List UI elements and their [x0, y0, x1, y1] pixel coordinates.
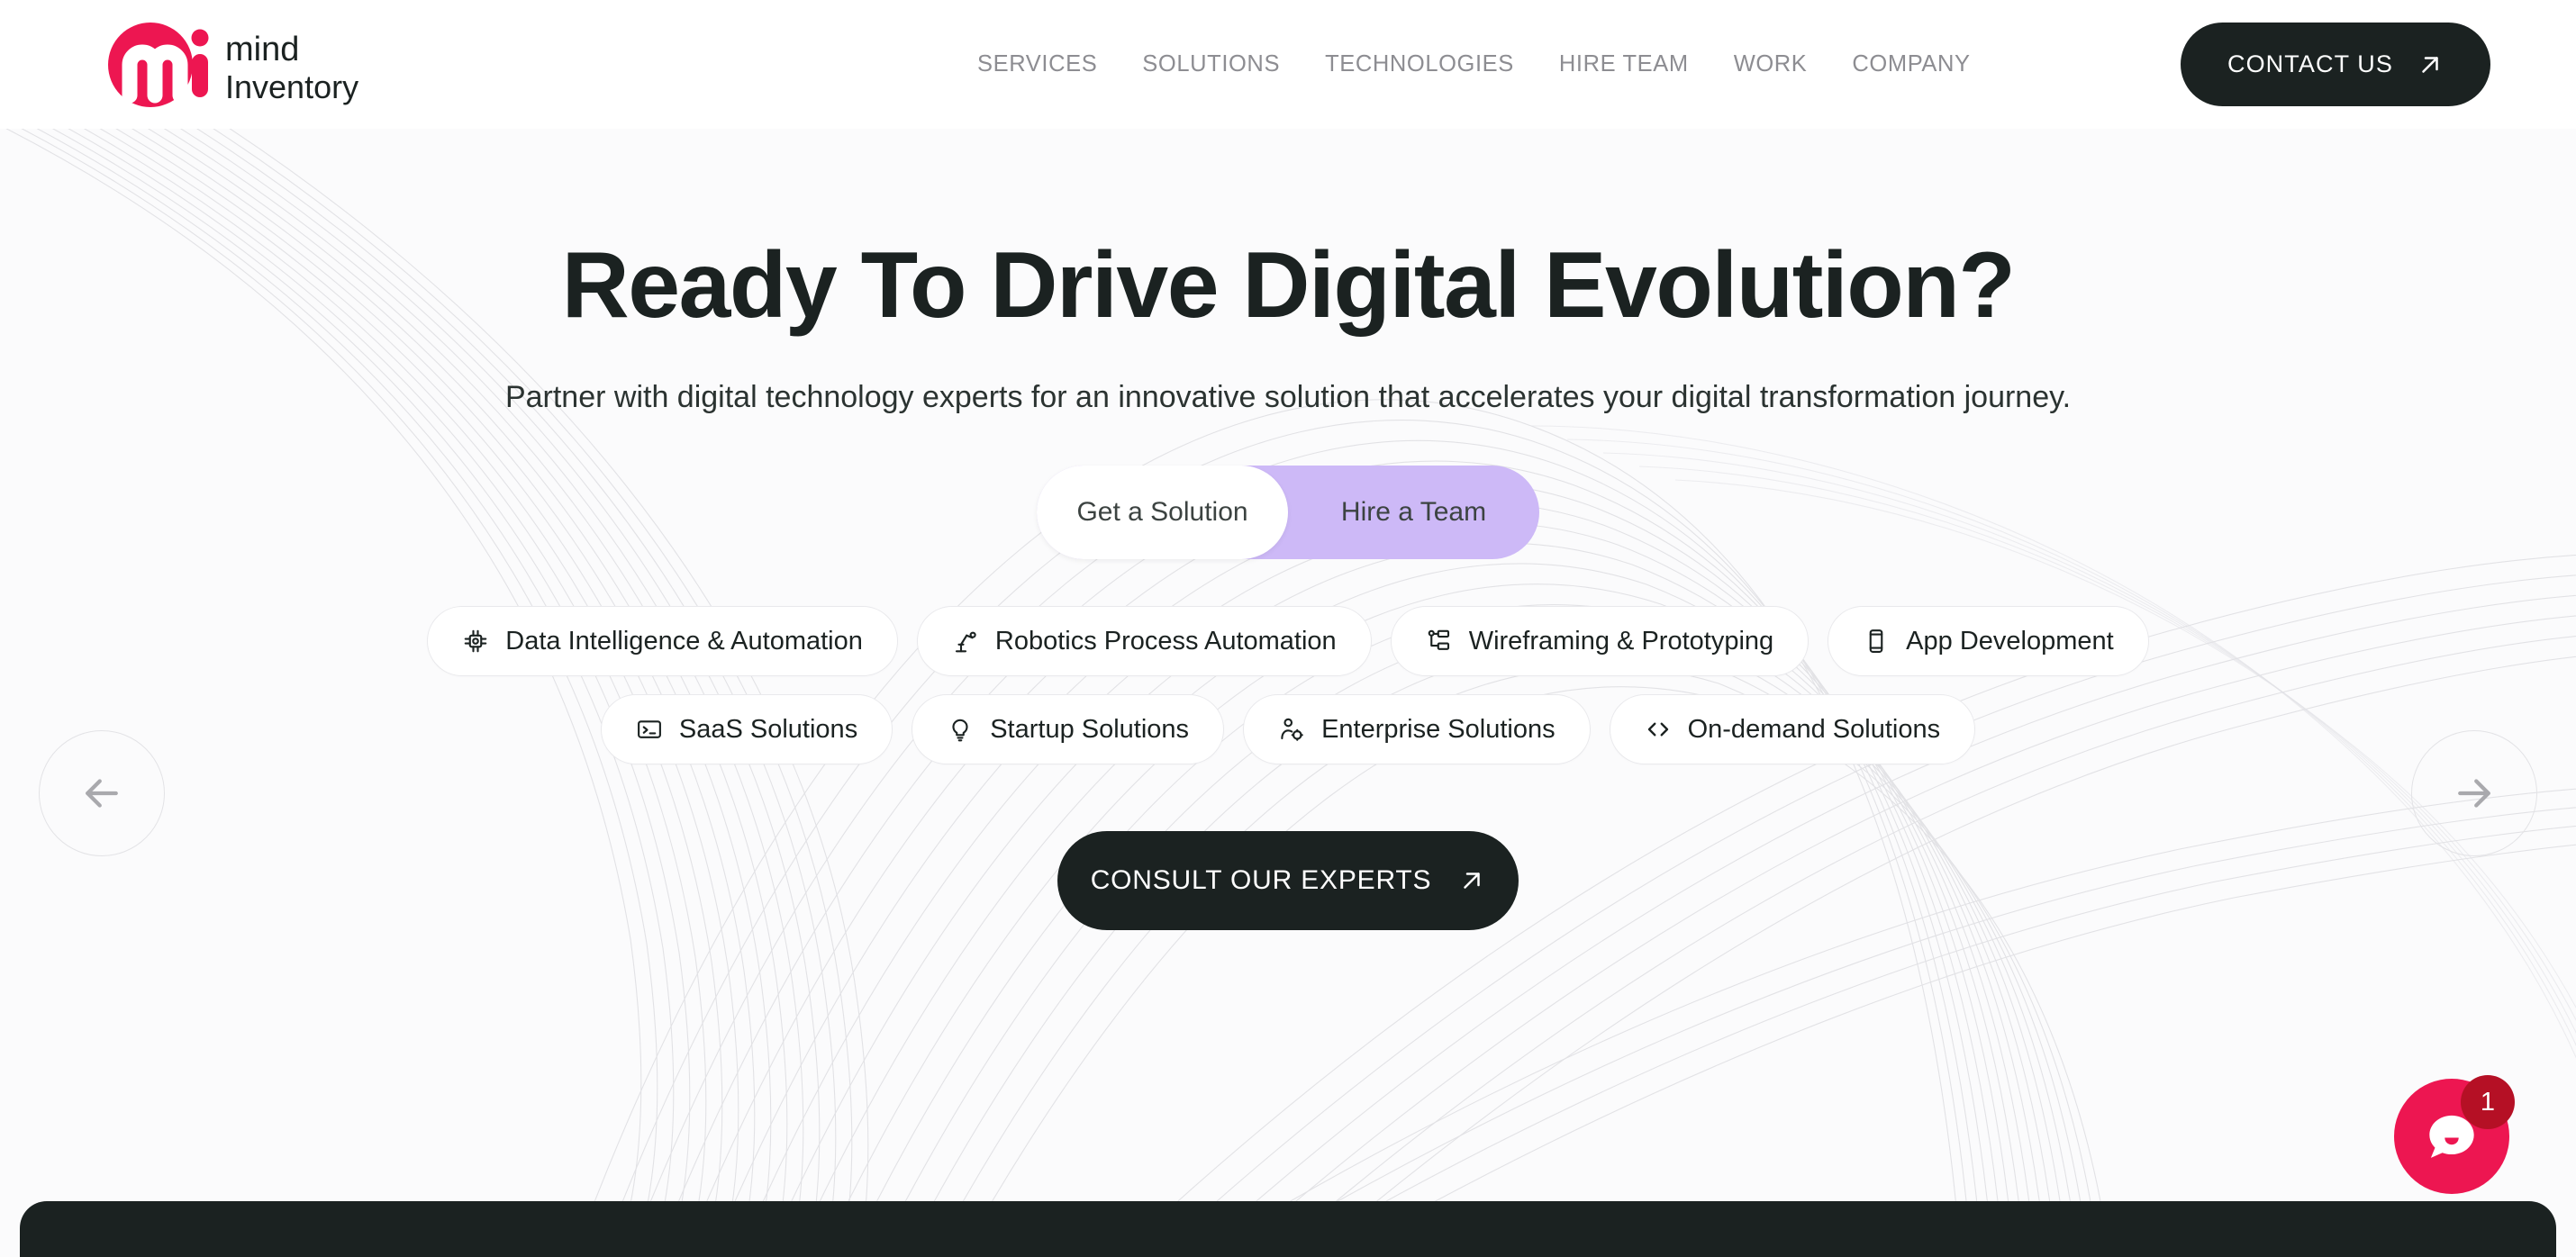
arrow-up-right-icon — [1464, 873, 1481, 889]
tag-label: Data Intelligence & Automation — [505, 626, 863, 656]
contact-us-button[interactable]: CONTACT US — [2180, 23, 2490, 106]
carousel-prev-button[interactable] — [39, 730, 165, 856]
svg-text:Inventory: Inventory — [225, 68, 358, 105]
sitemap-icon — [1428, 629, 1449, 650]
page-title: Ready To Drive Digital Evolution? — [561, 233, 2016, 338]
mindinventory-mark-icon — [108, 23, 209, 107]
hero-content: Ready To Drive Digital Evolution? Partne… — [0, 233, 2576, 931]
tag-app-development[interactable]: App Development — [1828, 606, 2149, 677]
tag-label: App Development — [1906, 626, 2114, 656]
cpu-chip-icon — [464, 629, 487, 653]
toggle-option-hire-a-team[interactable]: Hire a Team — [1288, 466, 1539, 559]
tag-label: SaaS Solutions — [678, 714, 858, 744]
service-tag-list: Data Intelligence & Automation Robotics … — [0, 606, 2576, 765]
tag-label: Wireframing & Prototyping — [1468, 626, 1774, 656]
carousel-next-button[interactable] — [2411, 730, 2537, 856]
nav-item-work[interactable]: WORK — [1711, 51, 1830, 77]
logo-wordmark: mind Inventory — [225, 31, 358, 105]
arrow-left-icon — [86, 779, 118, 808]
mobile-phone-icon — [1869, 629, 1883, 654]
service-tag-row-1: Data Intelligence & Automation Robotics … — [0, 606, 2576, 677]
footer-top-edge — [20, 1201, 2556, 1257]
tag-label: Startup Solutions — [990, 714, 1190, 744]
user-gear-icon — [1281, 718, 1303, 741]
tag-on-demand-solutions[interactable]: On-demand Solutions — [1609, 694, 1976, 765]
code-brackets-icon — [1647, 722, 1668, 737]
tag-wireframing-prototyping[interactable]: Wireframing & Prototyping — [1390, 606, 1810, 677]
site-header: mind Inventory SERVICES SOLUTIONS TECHNO… — [0, 0, 2576, 129]
chat-widget-button[interactable]: 1 — [2394, 1075, 2515, 1194]
tag-saas-solutions[interactable]: SaaS Solutions — [600, 694, 893, 765]
tag-startup-solutions[interactable]: Startup Solutions — [912, 694, 1225, 765]
tag-enterprise-solutions[interactable]: Enterprise Solutions — [1243, 694, 1591, 765]
solution-type-toggle[interactable]: Get a Solution Hire a Team — [1037, 466, 1539, 560]
nav-item-solutions[interactable]: SOLUTIONS — [1120, 51, 1302, 77]
lightbulb-icon — [952, 719, 968, 742]
logo[interactable]: mind Inventory — [106, 18, 369, 111]
hero-subtitle: Partner with digital technology experts … — [504, 380, 2072, 415]
chat-unread-badge: 1 — [2461, 1075, 2515, 1129]
consult-our-experts-button[interactable]: CONSULT OUR EXPERTS — [1057, 831, 1519, 931]
tag-robotics-process-automation[interactable]: Robotics Process Automation — [916, 606, 1372, 677]
terminal-icon — [637, 720, 661, 738]
nav-item-hire-team[interactable]: HIRE TEAM — [1537, 51, 1711, 77]
robot-arm-icon — [955, 631, 976, 653]
hero-section: Ready To Drive Digital Evolution? Partne… — [0, 129, 2576, 1257]
tag-label: On-demand Solutions — [1687, 714, 1941, 744]
contact-us-label: CONTACT US — [2227, 50, 2393, 77]
main-navigation: SERVICES SOLUTIONS TECHNOLOGIES HIRE TEA… — [955, 0, 1993, 129]
cta-label: CONSULT OUR EXPERTS — [1090, 865, 1432, 896]
nav-item-services[interactable]: SERVICES — [955, 51, 1120, 77]
tag-label: Enterprise Solutions — [1321, 714, 1556, 744]
tag-label: Robotics Process Automation — [994, 626, 1337, 656]
nav-item-company[interactable]: COMPANY — [1829, 51, 1992, 77]
service-tag-row-2: SaaS Solutions Startup Solutions Enterpr… — [0, 694, 2576, 765]
tag-data-intelligence-automation[interactable]: Data Intelligence & Automation — [427, 606, 898, 677]
toggle-option-get-a-solution[interactable]: Get a Solution — [1037, 466, 1288, 560]
arrow-right-icon — [2458, 779, 2490, 808]
nav-item-technologies[interactable]: TECHNOLOGIES — [1302, 51, 1537, 77]
svg-text:mind: mind — [225, 31, 299, 68]
arrow-up-right-icon — [2422, 56, 2438, 73]
